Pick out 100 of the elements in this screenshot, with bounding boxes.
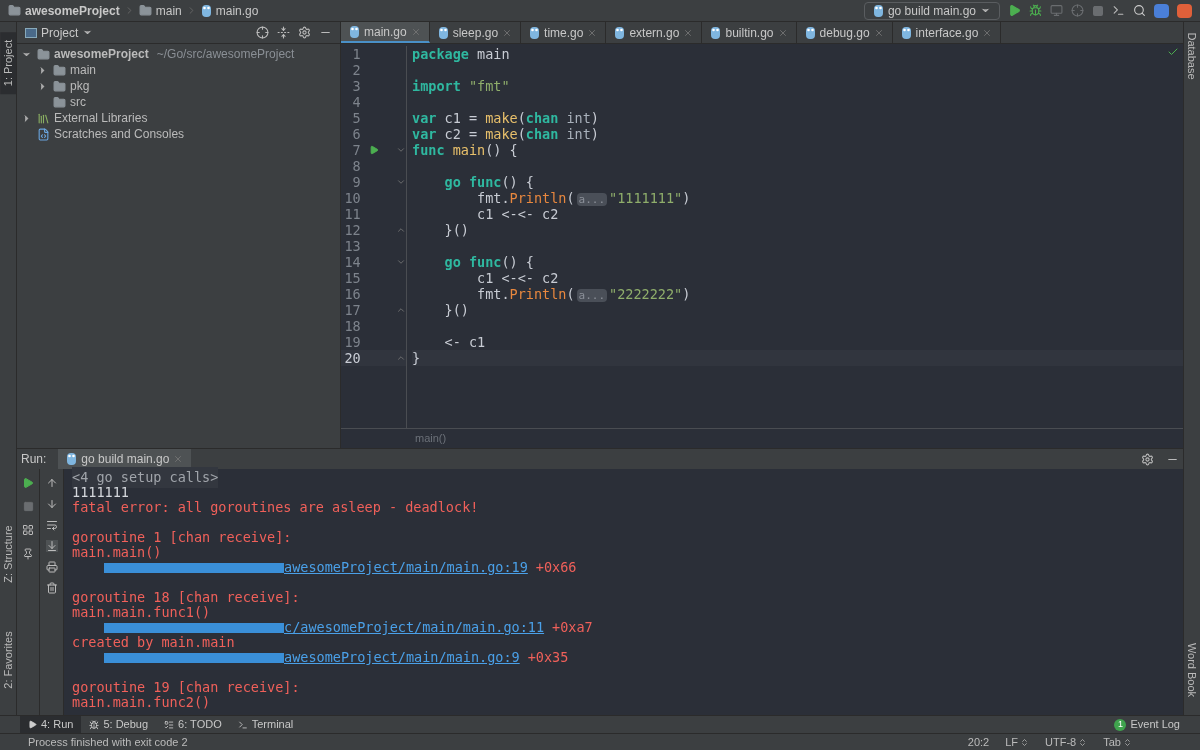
- editor-tab[interactable]: sleep.go: [429, 22, 522, 43]
- tree-item[interactable]: External Libraries: [17, 110, 340, 126]
- down-arrow-icon[interactable]: [45, 498, 58, 510]
- code-line: package main: [412, 46, 510, 62]
- stop-icon[interactable]: [1092, 4, 1104, 17]
- fold-icon[interactable]: [396, 177, 406, 187]
- collapse-all-icon[interactable]: [277, 26, 290, 39]
- close-icon[interactable]: [683, 27, 694, 38]
- address-offset: +0x66: [535, 560, 577, 575]
- line-number: 4: [351, 94, 361, 110]
- folder-icon: [53, 95, 66, 109]
- error-output: goroutine 18 [chan receive]:: [72, 590, 301, 605]
- error-output: goroutine 19 [chan receive]:: [72, 680, 301, 695]
- error-output: fatal error: all goroutines are asleep - deadlock!: [72, 500, 480, 515]
- editor-tab[interactable]: main.go: [341, 22, 430, 43]
- fold-end-icon[interactable]: [396, 225, 406, 235]
- debug-icon[interactable]: [1029, 4, 1042, 17]
- tree-item[interactable]: main: [17, 62, 340, 78]
- source-link[interactable]: awesomeProject/main/main.go:9: [284, 650, 520, 665]
- gopher-icon: [872, 3, 884, 18]
- line-number: 16: [343, 286, 361, 302]
- tool-window-tab[interactable]: 5: Debug: [81, 716, 157, 733]
- code-line: import "fmt": [412, 78, 510, 94]
- stop-icon[interactable]: [22, 501, 34, 512]
- settings-icon[interactable]: [1141, 452, 1154, 466]
- terminal-icon: [237, 719, 248, 730]
- status-item[interactable]: UTF-8: [1045, 733, 1088, 750]
- status-message: Process finished with exit code 2: [28, 734, 189, 750]
- print-icon[interactable]: [45, 561, 58, 573]
- locate-icon[interactable]: [256, 26, 269, 39]
- gopher-icon: [710, 25, 722, 40]
- search-icon[interactable]: [1133, 4, 1146, 17]
- line-number: 17: [343, 302, 361, 318]
- folded-output[interactable]: <4 go setup calls>: [72, 467, 219, 488]
- tree-item[interactable]: src: [17, 94, 340, 110]
- source-link[interactable]: c/awesomeProject/main/main.go:11: [284, 620, 545, 635]
- line-number: 14: [343, 254, 361, 270]
- gopher-icon: [900, 25, 912, 40]
- gopher-icon: [349, 24, 360, 39]
- library-icon: [37, 111, 50, 125]
- code-line: go func() {: [443, 254, 534, 270]
- status-item[interactable]: LF: [1005, 733, 1030, 750]
- editor-tab[interactable]: time.go: [521, 22, 607, 43]
- editor-tab[interactable]: extern.go: [606, 22, 703, 43]
- editor-tab[interactable]: interface.go: [892, 22, 1002, 43]
- close-icon[interactable]: [982, 27, 993, 38]
- close-icon[interactable]: [777, 27, 788, 38]
- run-icon[interactable]: [1008, 4, 1021, 17]
- play-icon: [28, 720, 37, 729]
- run-config-dropdown[interactable]: go build main.go: [863, 1, 1000, 20]
- tool-window-tab[interactable]: Z: Structure: [0, 517, 16, 591]
- wrap-icon[interactable]: [45, 519, 58, 531]
- scratch-icon: [37, 127, 50, 141]
- line-number: 20: [343, 350, 361, 366]
- code-line: <- c1: [443, 334, 486, 350]
- close-icon[interactable]: [587, 27, 598, 38]
- tool-window-tab[interactable]: Word Book: [1184, 634, 1200, 705]
- settings-icon[interactable]: [298, 26, 311, 39]
- line-number: 1: [351, 46, 361, 62]
- run-icon[interactable]: [369, 145, 380, 155]
- fold-end-icon[interactable]: [396, 305, 406, 315]
- up-arrow-icon[interactable]: [45, 477, 58, 489]
- tool-window-tab[interactable]: 6: TODO: [156, 716, 230, 733]
- tree-item[interactable]: Scratches and Consoles: [17, 126, 340, 142]
- tool-window-tab[interactable]: Terminal: [229, 716, 302, 733]
- code-line: fmt.Println( a... "2222222"): [476, 286, 691, 302]
- pin-icon[interactable]: [22, 548, 34, 560]
- scroll-to-end-icon[interactable]: [45, 540, 58, 552]
- trash-icon[interactable]: [45, 582, 58, 594]
- tree-item[interactable]: pkg: [17, 78, 340, 94]
- run-tab[interactable]: go build main.go: [58, 449, 192, 469]
- line-number: 3: [351, 78, 361, 94]
- fold-icon[interactable]: [396, 145, 406, 155]
- event-log-tab[interactable]: 1 Event Log: [1114, 716, 1180, 733]
- view-dropdown[interactable]: Project: [41, 23, 94, 42]
- status-item[interactable]: Tab: [1103, 733, 1132, 750]
- layout-icon[interactable]: [22, 524, 34, 536]
- tool-window-tab[interactable]: Database: [1184, 24, 1200, 88]
- rerun-icon[interactable]: [22, 477, 34, 489]
- code-line: }(): [443, 302, 469, 318]
- source-link[interactable]: awesomeProject/main/main.go:19: [284, 560, 528, 575]
- tool-window-tab[interactable]: 1: Project: [0, 31, 16, 94]
- breadcrumb-item[interactable]: awesomeProject: [25, 1, 120, 20]
- close-icon[interactable]: [502, 27, 513, 38]
- breadcrumb-item[interactable]: main: [155, 1, 182, 20]
- status-item[interactable]: 20:2: [967, 733, 990, 750]
- code-line: var c1 = make(chan int): [412, 110, 599, 126]
- close-icon[interactable]: [873, 27, 884, 38]
- tool-window-tab[interactable]: 4: Run: [20, 716, 82, 733]
- breadcrumb-item[interactable]: main.go: [215, 1, 259, 20]
- line-number: 7: [351, 142, 361, 158]
- gopher-icon: [614, 25, 626, 40]
- editor-tab[interactable]: debug.go: [796, 22, 893, 43]
- fold-icon[interactable]: [396, 257, 406, 267]
- line-number: 6: [351, 126, 361, 142]
- tool-window-tab[interactable]: 2: Favorites: [0, 623, 16, 697]
- tree-item[interactable]: awesomeProject ~/Go/src/awesomeProject: [17, 46, 340, 62]
- error-output: goroutine 1 [chan receive]:: [72, 530, 293, 545]
- editor-tab[interactable]: builtin.go: [702, 22, 797, 43]
- terminal-icon[interactable]: [1112, 4, 1125, 17]
